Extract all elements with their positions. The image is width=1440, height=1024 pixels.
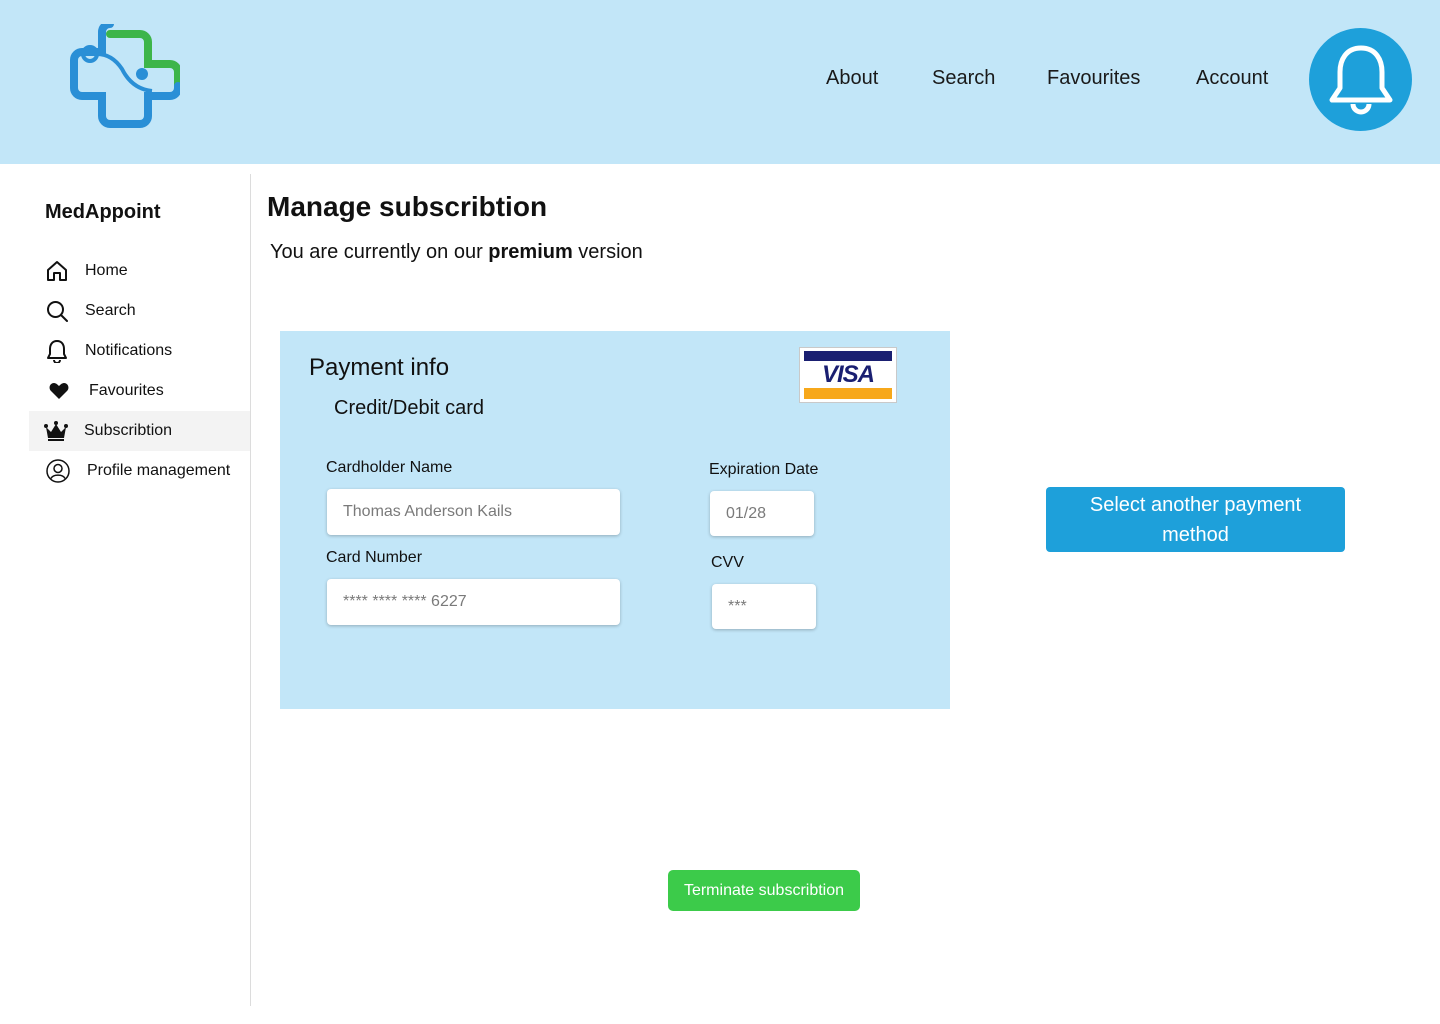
top-bar: About Search Favourites Account	[0, 0, 1440, 164]
sidebar-item-label: Notifications	[85, 342, 173, 359]
medical-logo-icon[interactable]	[70, 20, 182, 134]
sidebar-item-label: Profile management	[87, 462, 231, 479]
sidebar-item-label: Favourites	[89, 382, 164, 399]
nav-search[interactable]: Search	[932, 67, 995, 90]
select-payment-method-button[interactable]: Select another payment method	[1046, 487, 1345, 552]
crown-icon	[44, 419, 68, 443]
cvv-label: CVV	[711, 554, 744, 571]
expiration-date-input[interactable]	[710, 491, 814, 536]
cardholder-name-label: Cardholder Name	[326, 459, 453, 476]
visa-blue-stripe	[804, 351, 892, 361]
status-suffix: version	[572, 241, 643, 263]
bell-icon	[1329, 45, 1392, 114]
sidebar-item-favourites[interactable]: Favourites	[29, 371, 250, 411]
payment-method-type: Credit/Debit card	[334, 397, 485, 419]
notification-button[interactable]	[1309, 28, 1412, 131]
search-icon	[45, 299, 69, 323]
sidebar: MedAppoint Home Search Notifications Fav…	[0, 174, 251, 1006]
home-icon	[45, 259, 69, 283]
sidebar-item-subscription[interactable]: Subscribtion	[29, 411, 250, 451]
terminate-subscription-button[interactable]: Terminate subscribtion	[668, 870, 860, 911]
select-payment-method-label: Select another payment method	[1089, 493, 1302, 546]
status-plan: premium	[488, 241, 573, 263]
brand-name: MedAppoint	[45, 201, 161, 223]
card-number-label: Card Number	[326, 549, 423, 566]
sidebar-item-label: Search	[85, 302, 136, 319]
nav-about[interactable]: About	[826, 67, 878, 90]
heart-icon	[47, 379, 71, 403]
cvv-input[interactable]	[712, 584, 816, 629]
sidebar-item-notifications[interactable]: Notifications	[29, 331, 250, 371]
nav-favourites[interactable]: Favourites	[1047, 67, 1140, 90]
cardholder-name-input[interactable]	[327, 489, 620, 535]
sidebar-item-profile-management[interactable]: Profile management	[29, 451, 250, 491]
sidebar-item-search[interactable]: Search	[29, 291, 250, 331]
sidebar-item-home[interactable]: Home	[29, 251, 250, 291]
user-circle-icon	[46, 459, 70, 483]
subscription-status: You are currently on our premium version	[270, 241, 643, 264]
bell-icon	[45, 339, 69, 363]
sidebar-item-label: Subscribtion	[84, 422, 173, 439]
visa-logo-icon: VISA	[799, 347, 897, 403]
status-prefix: You are currently on our	[270, 241, 489, 263]
card-number-input[interactable]	[327, 579, 620, 625]
sidebar-item-label: Home	[85, 262, 128, 279]
visa-wordmark: VISA	[821, 361, 875, 388]
nav-account[interactable]: Account	[1196, 67, 1268, 90]
expiration-date-label: Expiration Date	[709, 461, 819, 478]
page-title: Manage subscribtion	[267, 191, 548, 222]
visa-gold-stripe	[804, 388, 892, 399]
payment-info-title: Payment info	[309, 354, 450, 381]
